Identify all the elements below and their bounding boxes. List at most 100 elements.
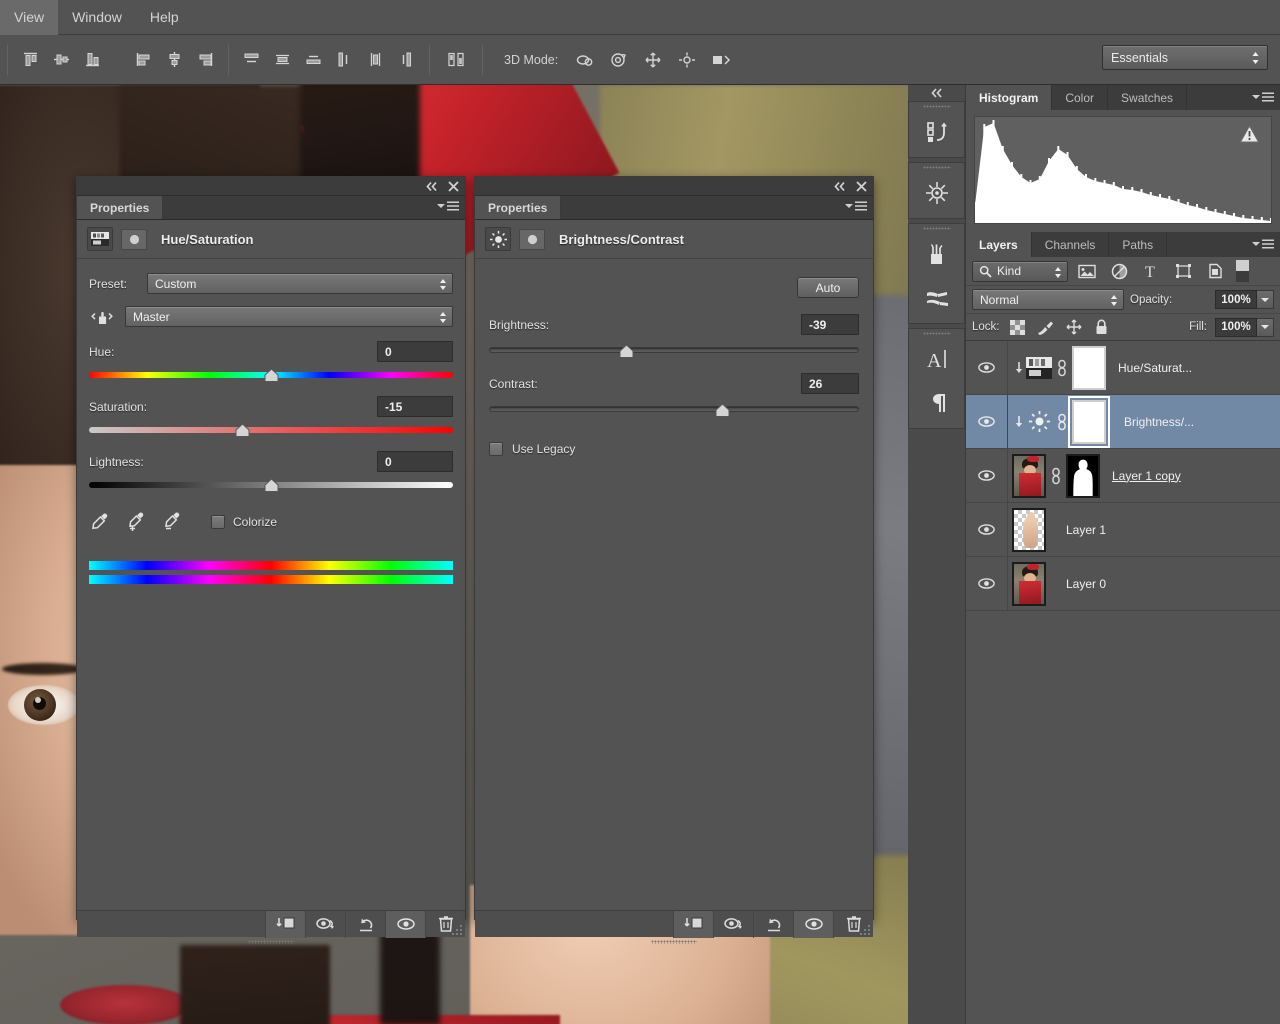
opacity-slider-toggle[interactable] xyxy=(1257,290,1274,309)
layer-name[interactable]: Layer 1 xyxy=(1066,523,1106,537)
histogram-plot[interactable] xyxy=(974,116,1272,224)
eyedropper-icon[interactable] xyxy=(89,512,111,531)
auto-align-layers-icon[interactable] xyxy=(437,43,475,77)
align-vertical-centers-icon[interactable] xyxy=(46,43,77,77)
layer-visibility-toggle[interactable] xyxy=(966,503,1008,556)
layer-thumbnail[interactable] xyxy=(1012,507,1046,552)
align-bottom-edges-icon[interactable] xyxy=(77,43,108,77)
dock-grip[interactable] xyxy=(909,329,964,337)
eyedropper-subtract-icon[interactable] xyxy=(161,512,183,531)
align-horizontal-centers-icon[interactable] xyxy=(159,43,190,77)
fill-value-field[interactable]: 100% xyxy=(1215,317,1257,337)
3d-scale-icon[interactable] xyxy=(704,45,738,75)
3d-slide-icon[interactable] xyxy=(670,45,704,75)
brightness-slider[interactable] xyxy=(489,344,859,358)
dock-grip[interactable] xyxy=(909,102,964,110)
workspace-selector[interactable]: Essentials xyxy=(1102,45,1268,70)
adjustment-thumbnail[interactable] xyxy=(1026,410,1052,434)
hue-value-field[interactable]: 0 xyxy=(377,341,453,362)
filter-toggle-icon[interactable] xyxy=(1234,260,1250,282)
layer-name[interactable]: Brightness/... xyxy=(1124,415,1194,429)
hue-range-bar-bottom[interactable] xyxy=(89,575,453,584)
contrast-slider[interactable] xyxy=(489,403,859,417)
align-left-edges-icon[interactable] xyxy=(128,43,159,77)
layer-name[interactable]: Layer 1 copy xyxy=(1112,469,1181,483)
layer-thumbnail[interactable] xyxy=(1012,561,1046,606)
layer-mask-link-icon[interactable] xyxy=(1052,359,1072,377)
use-legacy-row[interactable]: Use Legacy xyxy=(475,412,873,456)
reset-adjustment-icon[interactable] xyxy=(753,910,793,938)
tab-paths[interactable]: Paths xyxy=(1109,232,1168,257)
table-row[interactable]: Layer 1 copy xyxy=(966,449,1280,503)
distribute-vertical-centers-icon[interactable] xyxy=(267,43,298,77)
targeted-adjustment-tool-icon[interactable] xyxy=(89,307,115,326)
filter-shape-layers-icon[interactable] xyxy=(1170,260,1196,282)
lightness-value-field[interactable]: 0 xyxy=(377,451,453,472)
brightness-contrast-properties-panel[interactable]: Properties Brightness/Contrast Auto Brig… xyxy=(474,176,874,944)
3d-pan-icon[interactable] xyxy=(636,45,670,75)
close-panel-icon[interactable] xyxy=(448,180,459,192)
layer-visibility-toggle[interactable] xyxy=(966,449,1008,502)
adjustment-thumbnail[interactable] xyxy=(1026,356,1052,379)
layer-mask-thumbnail[interactable] xyxy=(1068,395,1110,448)
clip-to-layer-icon[interactable] xyxy=(265,910,305,938)
distribute-horizontal-centers-icon[interactable] xyxy=(360,43,391,77)
filter-pixel-layers-icon[interactable] xyxy=(1074,260,1100,282)
table-row[interactable]: Brightness/... xyxy=(966,395,1280,449)
cached-data-warning-icon[interactable] xyxy=(1239,124,1260,148)
dock-grip[interactable] xyxy=(909,163,964,171)
panel-grip[interactable] xyxy=(651,940,697,944)
contrast-value-field[interactable]: 26 xyxy=(801,373,859,394)
table-row[interactable]: Layer 1 xyxy=(966,503,1280,557)
panel-menu-icon[interactable] xyxy=(845,201,867,211)
layer-mask-link-icon[interactable] xyxy=(1046,467,1066,485)
tab-color[interactable]: Color xyxy=(1052,85,1109,110)
layer-thumbnail[interactable] xyxy=(1012,453,1046,498)
paragraph-panel-icon[interactable] xyxy=(909,381,964,425)
toggle-previous-state-icon[interactable] xyxy=(713,910,753,938)
panel-menu-icon[interactable] xyxy=(437,201,459,211)
distribute-top-edges-icon[interactable] xyxy=(236,43,267,77)
panel-menu-icon[interactable] xyxy=(1252,92,1274,102)
table-row[interactable]: Layer 0 xyxy=(966,557,1280,611)
layer-filter-kind-select[interactable]: Kind xyxy=(972,260,1068,282)
hue-range-bar-top[interactable] xyxy=(89,561,453,570)
character-panel-icon[interactable]: A xyxy=(909,337,964,381)
filter-adjustment-layers-icon[interactable] xyxy=(1106,260,1132,282)
collapse-to-icons-icon[interactable] xyxy=(833,181,846,192)
brightness-value-field[interactable]: -39 xyxy=(801,314,859,335)
3d-orbit-icon[interactable] xyxy=(568,45,602,75)
fill-slider-toggle[interactable] xyxy=(1257,317,1274,337)
lock-transparent-pixels-icon[interactable] xyxy=(1008,318,1028,336)
collapse-to-icons-icon[interactable] xyxy=(425,181,438,192)
dock-grip[interactable] xyxy=(909,224,964,232)
use-legacy-checkbox[interactable] xyxy=(489,442,503,456)
channel-select[interactable]: Master xyxy=(125,306,453,327)
layer-name[interactable]: Hue/Saturat... xyxy=(1118,361,1192,375)
lightness-slider[interactable] xyxy=(89,478,453,492)
tab-layers[interactable]: Layers xyxy=(966,232,1032,257)
layer-visibility-toggle[interactable] xyxy=(966,395,1008,448)
brightness-slider-knob[interactable] xyxy=(619,344,634,358)
colorize-row[interactable]: Colorize xyxy=(211,514,277,529)
distribute-bottom-edges-icon[interactable] xyxy=(298,43,329,77)
align-top-edges-icon[interactable] xyxy=(15,43,46,77)
toggle-layer-visibility-icon[interactable] xyxy=(793,910,833,938)
3d-panel-icon[interactable] xyxy=(909,171,964,215)
panel-resize-grip[interactable] xyxy=(451,923,463,935)
filter-type-layers-icon[interactable]: T xyxy=(1138,260,1164,282)
hue-slider[interactable] xyxy=(89,368,453,382)
brush-panel-icon[interactable] xyxy=(909,276,964,320)
layer-name[interactable]: Layer 0 xyxy=(1066,577,1106,591)
opacity-control[interactable]: 100% xyxy=(1215,290,1274,309)
tab-properties[interactable]: Properties xyxy=(77,196,164,219)
menu-help[interactable]: Help xyxy=(136,0,193,35)
opacity-value-field[interactable]: 100% xyxy=(1215,290,1257,309)
brush-presets-panel-icon[interactable] xyxy=(909,232,964,276)
tab-channels[interactable]: Channels xyxy=(1032,232,1110,257)
close-panel-icon[interactable] xyxy=(856,180,867,192)
menu-view[interactable]: View xyxy=(0,0,59,35)
toggle-previous-state-icon[interactable] xyxy=(305,910,345,938)
collapse-dock-icon[interactable] xyxy=(908,85,965,101)
lock-image-pixels-icon[interactable] xyxy=(1036,318,1056,336)
